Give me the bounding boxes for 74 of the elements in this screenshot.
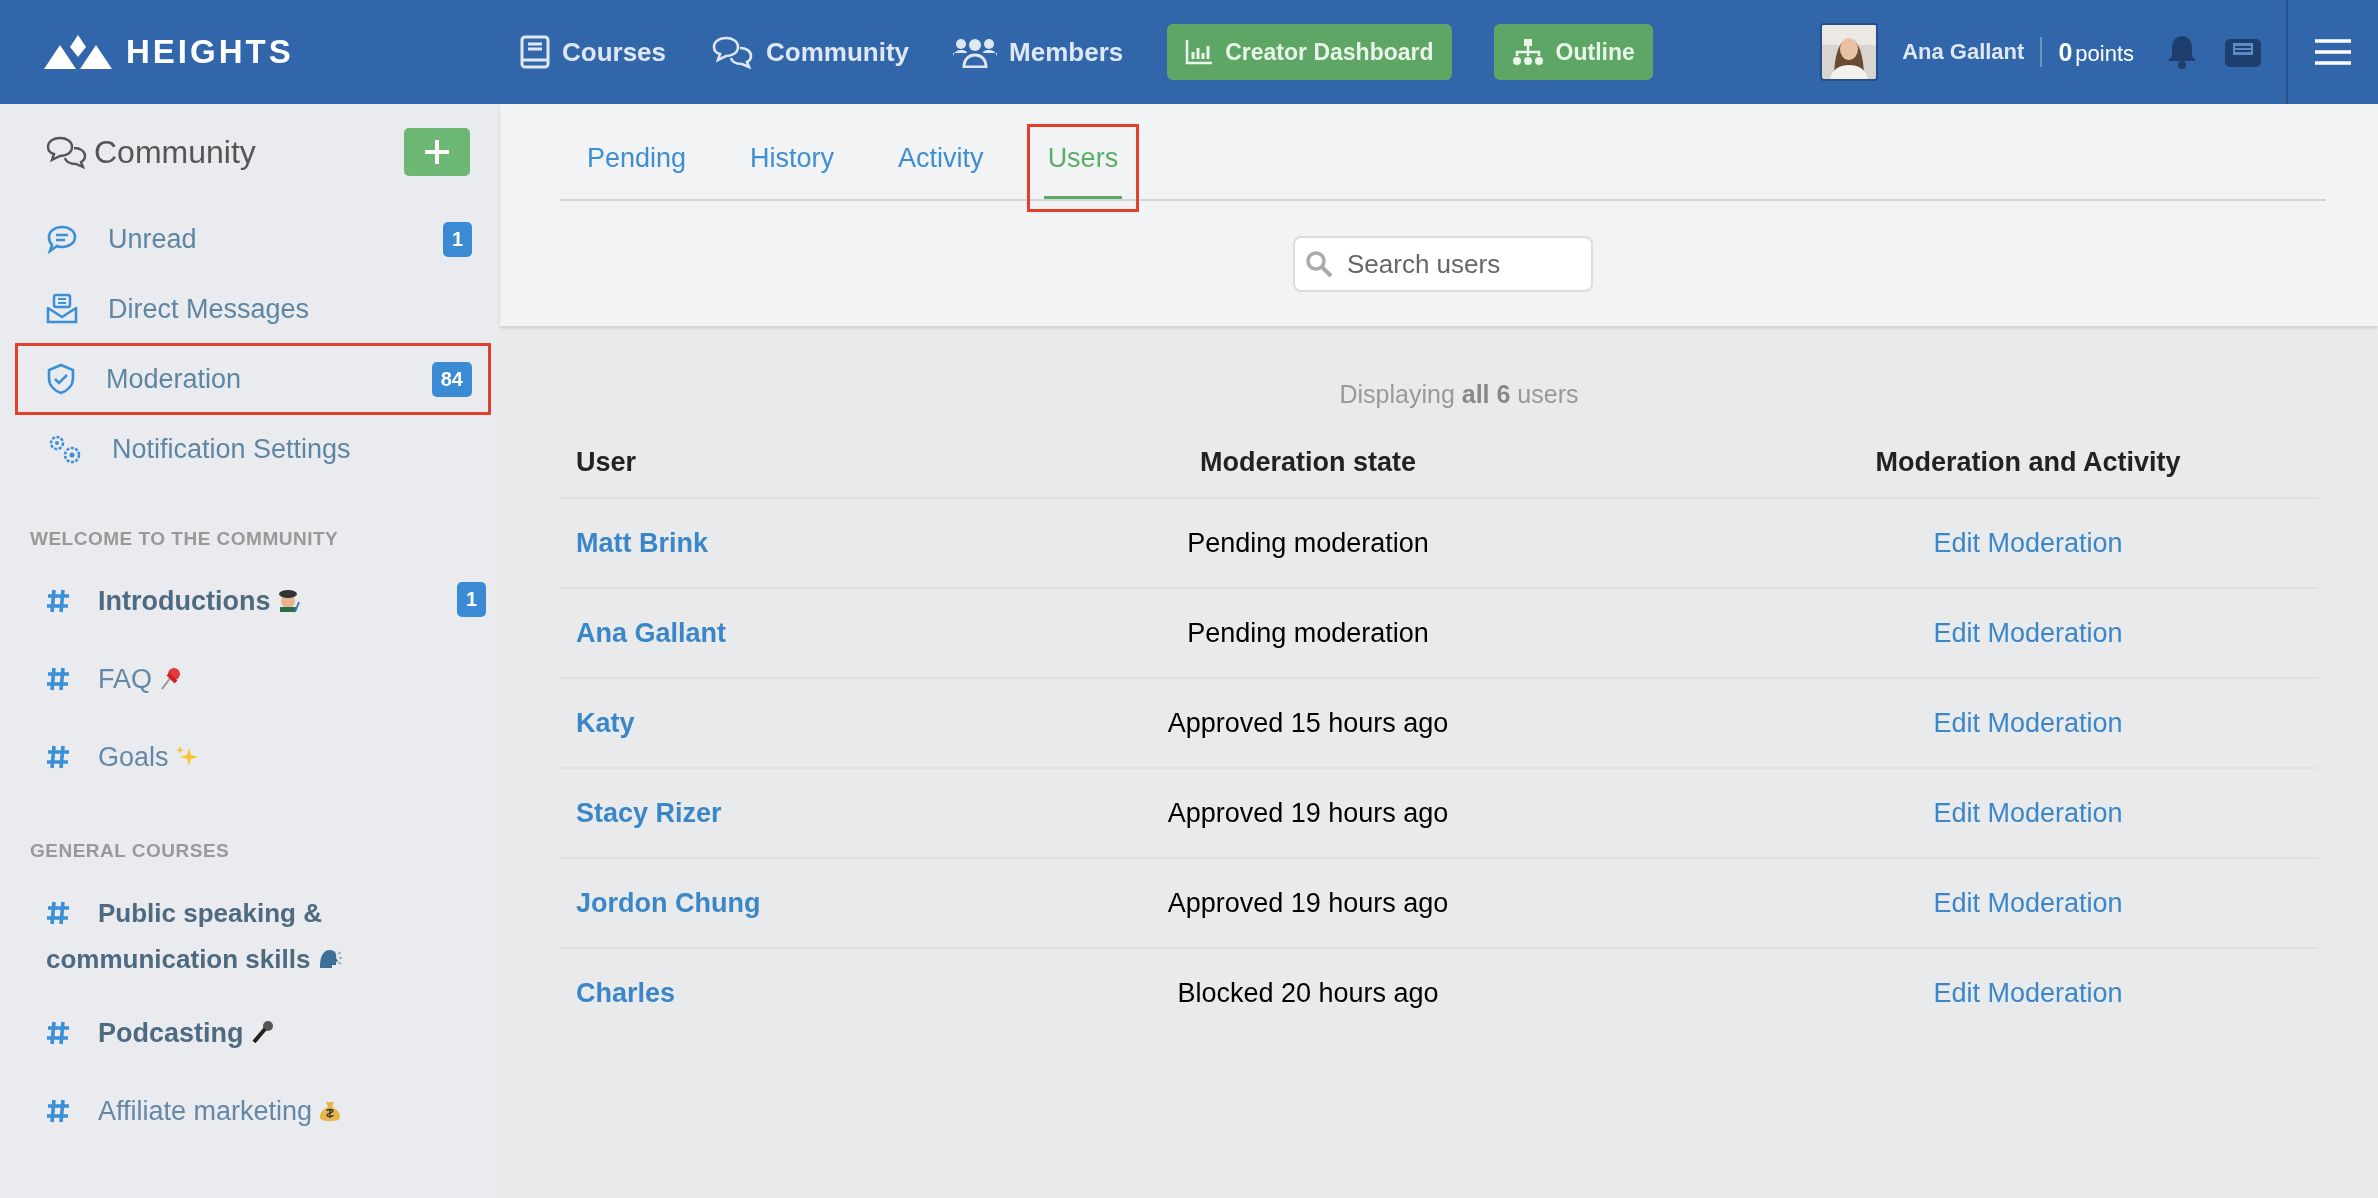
- hash-icon: [46, 900, 70, 926]
- user-link[interactable]: Matt Brink: [576, 527, 708, 558]
- count-badge: 1: [442, 221, 472, 257]
- edit-moderation-link[interactable]: Edit Moderation: [1933, 977, 2123, 1008]
- results-summary: Displaying all 6 users: [1338, 380, 1580, 409]
- channel-item[interactable]: Introductions 1: [46, 564, 486, 642]
- channel-item[interactable]: Affiliate marketing: [46, 1074, 486, 1152]
- shield-check-icon: [46, 363, 76, 395]
- hash-icon: [46, 588, 70, 614]
- envelope-icon: [46, 293, 78, 325]
- channel-item[interactable]: Goals: [46, 720, 486, 798]
- moderation-state: Pending moderation: [1187, 527, 1429, 558]
- bar-chart-icon: [1185, 39, 1214, 65]
- edit-moderation-link[interactable]: Edit Moderation: [1933, 617, 2123, 648]
- hash-icon: [46, 666, 70, 692]
- edit-moderation-link[interactable]: Edit Moderation: [1933, 887, 2123, 918]
- nav-link[interactable]: Courses: [520, 35, 667, 69]
- user-link[interactable]: Katy: [576, 707, 635, 738]
- channel-item[interactable]: FAQ: [46, 642, 486, 720]
- speech-bubble-icon: [46, 224, 78, 254]
- book-icon: [520, 35, 550, 69]
- count-badge: 84: [431, 361, 472, 397]
- edit-moderation-link[interactable]: Edit Moderation: [1933, 527, 2123, 558]
- outline-button[interactable]: Outline: [1493, 24, 1653, 80]
- edit-moderation-link[interactable]: Edit Moderation: [1933, 797, 2123, 828]
- sidebar-item[interactable]: Direct Messages: [18, 276, 488, 342]
- nav-link[interactable]: Members: [953, 36, 1124, 68]
- user-link[interactable]: Jordon Chung: [576, 887, 761, 918]
- section-heading: WELCOME TO THE COMMUNITY: [29, 527, 340, 551]
- tab[interactable]: Activity: [894, 143, 988, 199]
- hierarchy-icon: [1511, 38, 1544, 66]
- chat-bubbles-icon: [44, 135, 88, 169]
- tab[interactable]: History: [746, 143, 839, 199]
- add-button[interactable]: [404, 128, 470, 176]
- logo-text[interactable]: HEIGHTS: [126, 33, 294, 71]
- tab[interactable]: Users: [1043, 143, 1123, 199]
- user-link[interactable]: Ana Gallant: [576, 617, 727, 648]
- tab[interactable]: Pending: [583, 143, 691, 199]
- mountains-logo-icon: [44, 35, 112, 69]
- people-icon: [953, 36, 998, 68]
- hash-icon: [46, 744, 70, 770]
- bell-icon[interactable]: [2166, 34, 2198, 70]
- channel-item[interactable]: Public speaking & communication skills: [46, 876, 486, 996]
- column-header: Moderation and Activity: [1875, 446, 2181, 477]
- search-field[interactable]: Search users: [1293, 236, 1593, 292]
- nav-link[interactable]: Community: [710, 35, 910, 69]
- sidebar-title: Community: [94, 133, 256, 171]
- section-heading: GENERAL COURSES: [29, 839, 231, 863]
- search-icon: [1305, 250, 1333, 278]
- points-label: points: [2075, 40, 2134, 67]
- chat-bubbles-icon: [710, 35, 755, 69]
- column-header: Moderation state: [1200, 446, 1416, 477]
- user-link[interactable]: Charles: [576, 977, 676, 1008]
- user-name[interactable]: Ana Gallant: [1902, 39, 2025, 65]
- menu-icon[interactable]: [2315, 38, 2351, 66]
- sidebar-item[interactable]: Moderation 84: [18, 346, 488, 412]
- dashboard-button[interactable]: Creator Dashboard: [1167, 24, 1452, 80]
- hash-icon: [46, 1098, 70, 1124]
- user-link[interactable]: Stacy Rizer: [576, 797, 722, 828]
- column-header: User: [576, 446, 637, 477]
- emoji-icon: [276, 588, 303, 614]
- points-value: 0: [2058, 37, 2073, 67]
- moderation-state: Approved 19 hours ago: [1167, 797, 1449, 828]
- hash-icon: [46, 1020, 70, 1046]
- plus-icon: [424, 139, 450, 165]
- count-badge: 1: [456, 582, 486, 617]
- moderation-state: Approved 15 hours ago: [1167, 707, 1449, 738]
- moderation-state: Blocked 20 hours ago: [1177, 977, 1439, 1008]
- channel-item[interactable]: Podcasting: [46, 996, 486, 1074]
- edit-moderation-link[interactable]: Edit Moderation: [1933, 707, 2123, 738]
- moderation-state: Pending moderation: [1187, 617, 1429, 648]
- moderation-state: Approved 19 hours ago: [1167, 887, 1449, 918]
- sidebar-item[interactable]: Notification Settings: [18, 416, 488, 482]
- sidebar-item[interactable]: Unread 1: [18, 206, 488, 272]
